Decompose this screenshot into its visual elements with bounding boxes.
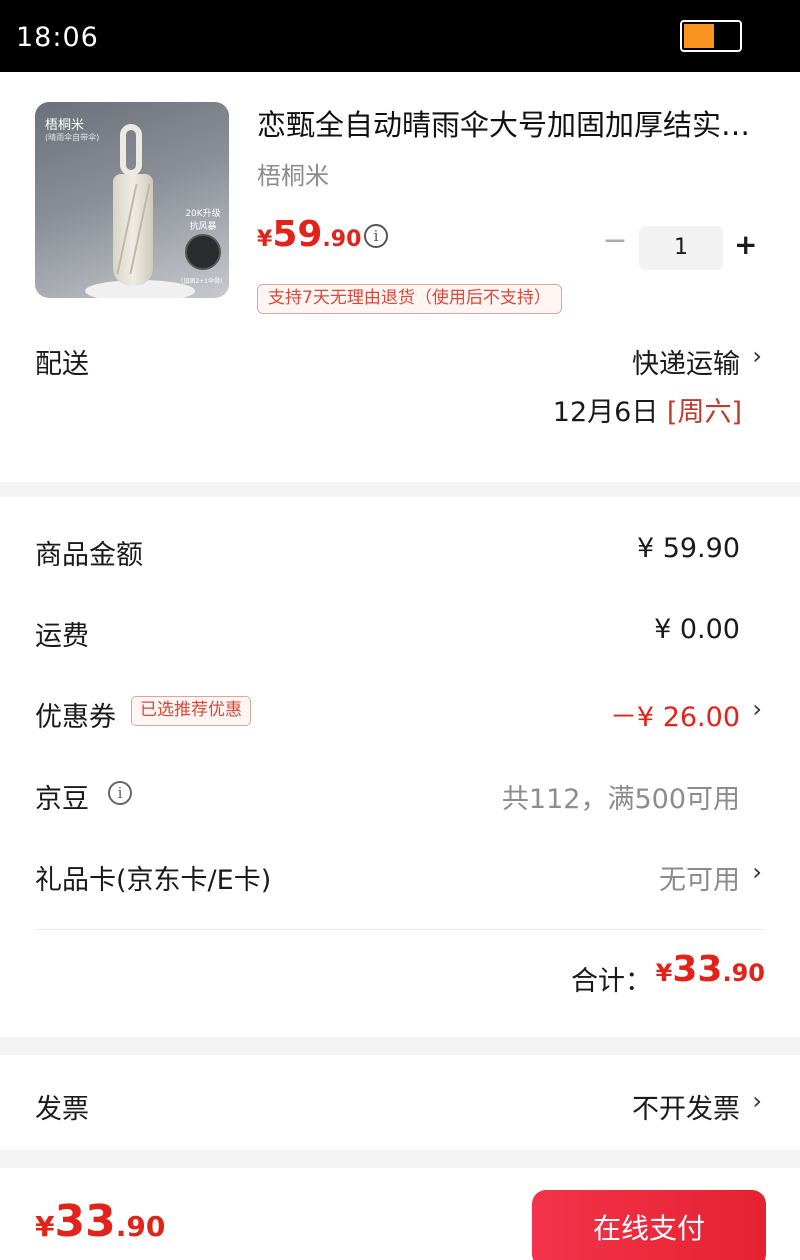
checkout-bar: ¥33.90 在线支付 — [0, 1168, 800, 1260]
coupon-chevron-icon[interactable]: › — [752, 695, 762, 723]
status-bar: 18:06 — [0, 0, 800, 72]
price-integer: 59 — [272, 214, 323, 255]
delivery-date-text: 12月6日 — [552, 397, 659, 428]
invoice-section[interactable]: 发票 不开发票 › — [0, 1055, 800, 1150]
subtotal-integer: 33 — [672, 949, 723, 990]
product-section: 梧桐米 (晴雨伞自带伞) 20K升级 抗风暴 (加固2+1伞骨) 恋甄全自动晴雨… — [0, 72, 800, 482]
summary-divider — [35, 929, 765, 930]
jd-beans-info-icon[interactable]: i — [108, 781, 132, 805]
checkout-currency: ¥ — [35, 1210, 55, 1243]
product-image[interactable]: 梧桐米 (晴雨伞自带伞) 20K升级 抗风暴 (加固2+1伞骨) — [35, 102, 229, 298]
price-info-icon[interactable]: i — [364, 224, 388, 248]
battery-fill — [684, 24, 714, 48]
checkout-decimal: .90 — [115, 1210, 166, 1243]
battery-icon — [680, 20, 742, 52]
image-canopy-disc — [185, 234, 221, 270]
coupon-value[interactable]: －¥ 26.00 — [610, 695, 740, 734]
delivery-weekday: [周六] — [666, 397, 742, 428]
price-currency: ¥ — [257, 227, 273, 252]
price-decimal: .90 — [322, 227, 362, 252]
delivery-method[interactable]: 快递运输 — [632, 342, 740, 381]
quantity-increase-button[interactable]: + — [734, 230, 757, 260]
subtotal-decimal: .90 — [722, 959, 765, 987]
checkout-integer: 33 — [54, 1196, 116, 1247]
shipping-value: ¥ 0.00 — [654, 614, 740, 645]
image-brand-subtext: (晴雨伞自带伞) — [45, 133, 100, 142]
product-brand: 梧桐米 — [257, 162, 329, 190]
coupon-label: 优惠券 — [35, 702, 116, 733]
goods-amount-label: 商品金额 — [35, 540, 143, 571]
umbrella-graphic — [113, 174, 153, 286]
gift-card-value[interactable]: 无可用 — [659, 858, 740, 897]
delivery-chevron-icon[interactable]: › — [752, 342, 762, 370]
subtotal-price: ¥33.90 — [656, 949, 765, 990]
quantity-decrease-button[interactable]: − — [602, 226, 628, 256]
delivery-label: 配送 — [35, 349, 89, 380]
gift-card-label: 礼品卡(京东卡/E卡) — [35, 865, 272, 896]
price-summary-section: 商品金额 ¥ 59.90 运费 ¥ 0.00 优惠券 已选推荐优惠 －¥ 26.… — [0, 497, 800, 1037]
invoice-label: 发票 — [35, 1094, 89, 1125]
invoice-value[interactable]: 不开发票 — [632, 1087, 740, 1126]
subtotal-currency: ¥ — [655, 959, 673, 987]
product-price: ¥59.90 — [257, 214, 361, 255]
return-policy-badge: 支持7天无理由退货（使用后不支持） — [257, 284, 562, 314]
checkout-total-price: ¥33.90 — [35, 1196, 165, 1247]
jd-beans-label: 京豆 — [35, 784, 89, 815]
pay-online-button[interactable]: 在线支付 — [532, 1190, 766, 1260]
image-brand-text: 梧桐米 — [45, 118, 85, 133]
gift-card-chevron-icon[interactable]: › — [752, 858, 762, 886]
umbrella-handle-graphic — [120, 124, 142, 176]
delivery-date[interactable]: 12月6日 [周六] — [553, 390, 742, 429]
jd-beans-value: 共112，满500可用 — [501, 784, 740, 815]
image-note-text: (加固2+1伞骨) — [181, 278, 223, 285]
shipping-label: 运费 — [35, 621, 89, 652]
product-title[interactable]: 恋甄全自动晴雨伞大号加固加厚结实… — [257, 102, 767, 144]
subtotal-label: 合计： — [571, 966, 652, 997]
status-time: 18:06 — [16, 22, 99, 53]
quantity-input[interactable]: 1 — [639, 226, 723, 270]
image-feature-text: 20K升级 抗风暴 — [185, 209, 221, 232]
invoice-chevron-icon[interactable]: › — [752, 1087, 762, 1115]
coupon-tag: 已选推荐优惠 — [131, 696, 251, 726]
goods-amount-value: ¥ 59.90 — [636, 533, 740, 564]
